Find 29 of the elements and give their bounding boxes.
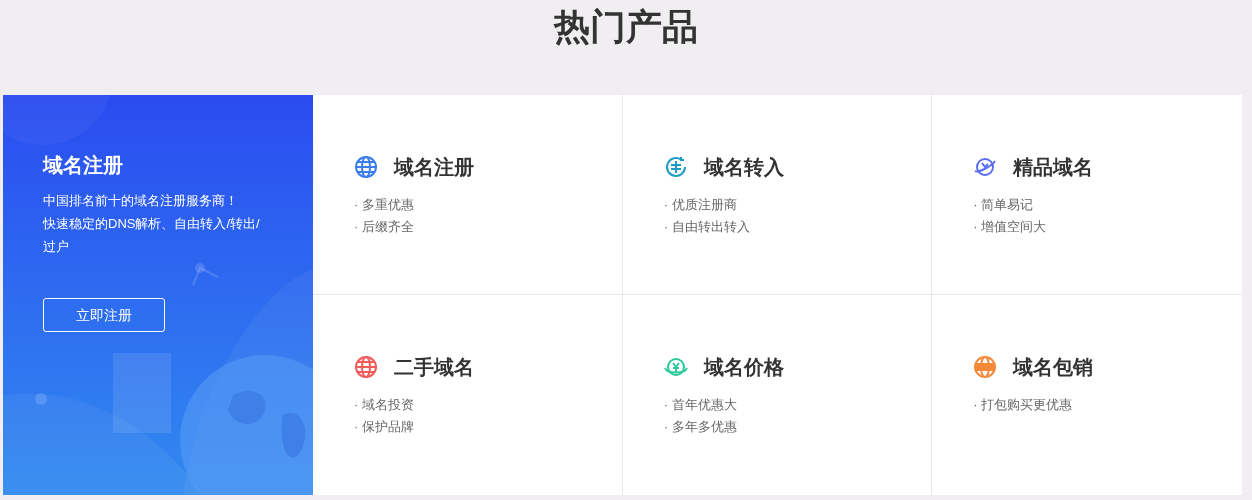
product-feature: · 自由转出转入 xyxy=(663,218,750,236)
banner-description: 过户 xyxy=(43,238,70,256)
product-feature: · 简单易记 xyxy=(973,196,1034,214)
product-feature: · 域名投资 xyxy=(354,396,414,414)
product-feature: · 优质注册商 xyxy=(663,196,737,214)
banner-description: 中国排名前十的域名注册服务商！ xyxy=(43,192,239,210)
section-title: 热门产品 xyxy=(554,5,698,49)
product-feature: · 保护品牌 xyxy=(354,418,414,436)
product-card[interactable]: 域名价格 · 首年优惠大 · 多年多优惠 xyxy=(622,295,933,495)
register-button[interactable]: 立即注册 xyxy=(43,298,165,332)
product-card[interactable]: 域名注册 · 多重优惠 · 后缀齐全 xyxy=(313,95,623,295)
product-feature: · 首年优惠大 xyxy=(663,396,737,414)
product-name: 域名注册 xyxy=(394,155,474,180)
product-feature: · 多年多优惠 xyxy=(663,418,737,436)
product-name: 二手域名 xyxy=(394,355,474,380)
product-feature: · 增值空间大 xyxy=(973,218,1047,236)
product-name: 域名价格 xyxy=(703,355,784,380)
banner-heading: 域名注册 xyxy=(43,153,123,178)
product-name: 精品域名 xyxy=(1013,155,1094,180)
banner-description: 快速稳定的DNS解析、自由转入/转出/ xyxy=(43,215,260,233)
product-feature: · 多重优惠 xyxy=(354,196,414,214)
product-name: 域名转入 xyxy=(703,155,784,180)
product-card[interactable]: 二手域名 · 域名投资 · 保护品牌 xyxy=(313,295,623,495)
product-feature: · 后缀齐全 xyxy=(354,218,414,236)
product-card[interactable]: 精品域名 · 简单易记 · 增值空间大 xyxy=(932,95,1242,295)
product-card[interactable]: 域名包销 · 打包购买更优惠 xyxy=(932,295,1242,495)
product-name: 域名包销 xyxy=(1013,355,1094,380)
product-feature: · 打包购买更优惠 xyxy=(973,396,1073,414)
product-card[interactable]: 域名转入 · 优质注册商 · 自由转出转入 xyxy=(622,95,933,295)
